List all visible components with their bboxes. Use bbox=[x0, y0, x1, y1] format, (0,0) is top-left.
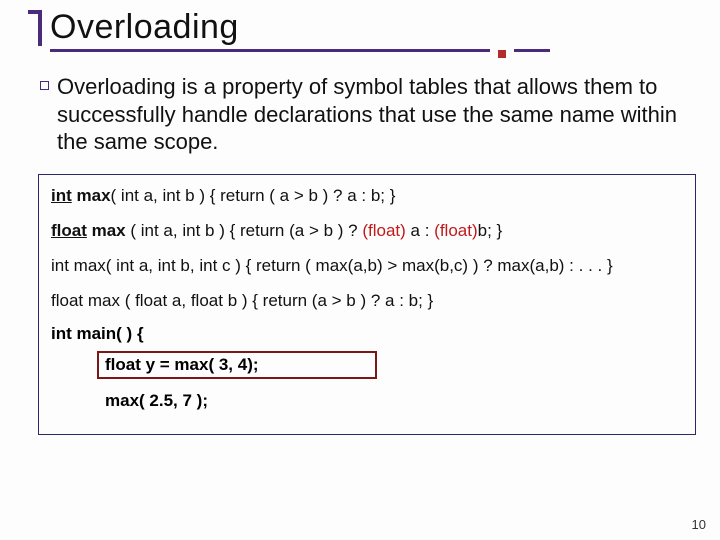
slide-title: Overloading bbox=[50, 8, 700, 47]
code-box: int max( int a, int b ) { return ( a > b… bbox=[38, 174, 696, 435]
paragraph-text: Overloading is a property of symbol tabl… bbox=[57, 73, 700, 156]
stmt-1: float y = max( 3, 4); bbox=[105, 355, 259, 374]
stmt-row-2: max( 2.5, 7 ); bbox=[105, 390, 683, 420]
title-underline bbox=[50, 49, 700, 53]
stmt-2: max( 2.5, 7 ); bbox=[105, 391, 208, 410]
main-body: float y = max( 3, 4); max( 2.5, 7 ); bbox=[51, 354, 683, 420]
code-seg: ( int a, int b ) { return (a > b ) ? bbox=[130, 221, 362, 240]
code-seg: a : bbox=[406, 221, 434, 240]
code-cast: (float) bbox=[362, 221, 405, 240]
code-line-1: int max( int a, int b ) { return ( a > b… bbox=[51, 185, 683, 206]
page-number: 10 bbox=[692, 517, 706, 532]
slide: Overloading Overloading is a property of… bbox=[0, 0, 720, 540]
main-section: int main( ) { float y = max( 3, 4); max(… bbox=[51, 324, 683, 420]
code-ret-type: float bbox=[51, 221, 87, 240]
code-seg: b; } bbox=[478, 221, 503, 240]
code-line-4: float max ( float a, float b ) { return … bbox=[51, 290, 683, 311]
stmt-row-1: float y = max( 3, 4); bbox=[105, 354, 683, 384]
square-bullet-icon bbox=[40, 81, 49, 90]
main-header: int main( ) { bbox=[51, 324, 683, 344]
slide-body: Overloading is a property of symbol tabl… bbox=[28, 73, 700, 435]
corner-ornament-icon bbox=[28, 10, 42, 46]
code-ret-type: int bbox=[51, 186, 72, 205]
code-cast: (float) bbox=[434, 221, 477, 240]
bullet-row: Overloading is a property of symbol tabl… bbox=[40, 73, 700, 156]
code-line-2: float max ( int a, int b ) { return (a >… bbox=[51, 220, 683, 241]
code-fn-name: max bbox=[72, 186, 111, 205]
code-rest: ( int a, int b ) { return ( a > b ) ? a … bbox=[111, 186, 396, 205]
title-block: Overloading bbox=[28, 8, 700, 53]
code-fn-name: max bbox=[87, 221, 130, 240]
code-line-3: int max( int a, int b, int c ) { return … bbox=[51, 255, 683, 276]
